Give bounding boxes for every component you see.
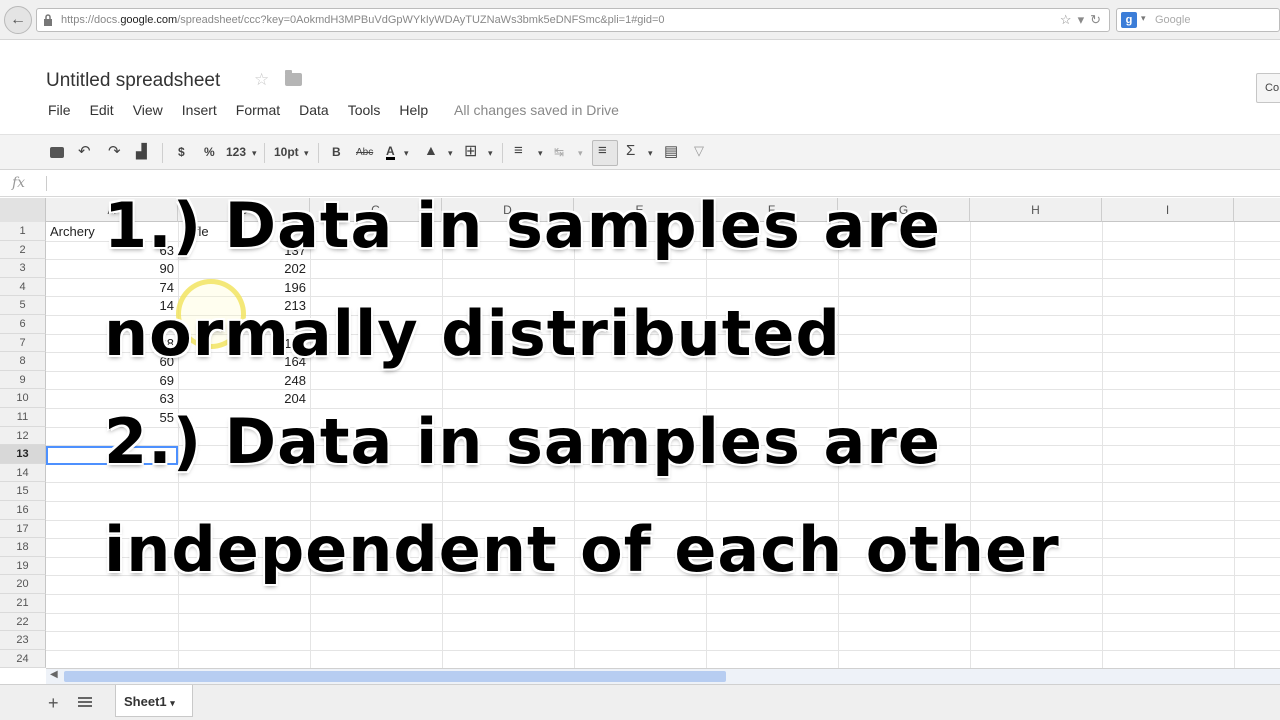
row-header[interactable]: 11 (0, 408, 46, 427)
save-status: All changes saved in Drive (454, 102, 619, 118)
row-header[interactable]: 3 (0, 259, 46, 278)
formula-label: fx (12, 175, 26, 191)
caption-line-4: independent of each other (104, 513, 1060, 586)
chevron-down-icon[interactable]: ▾ (648, 148, 653, 159)
add-sheet-icon[interactable]: + (48, 693, 59, 714)
folder-icon[interactable] (285, 70, 302, 86)
chevron-down-icon[interactable]: ▾ (252, 148, 257, 159)
print-icon[interactable] (50, 147, 64, 158)
address-bar[interactable]: https://docs.google.com/spreadsheet/ccc?… (36, 8, 1110, 32)
row-header[interactable]: 14 (0, 463, 46, 483)
chevron-down-icon[interactable]: ▾ (170, 698, 175, 708)
font-size-select[interactable]: 10pt (274, 145, 299, 159)
chevron-down-icon[interactable]: ▾ (448, 148, 453, 159)
select-all-corner[interactable] (0, 198, 46, 222)
merge-cells-icon[interactable]: ↹ (554, 145, 564, 159)
browser-toolbar: ← https://docs.google.com/spreadsheet/cc… (0, 0, 1280, 40)
row-header[interactable]: 17 (0, 519, 46, 539)
align-left-icon[interactable]: ≡ (514, 142, 523, 159)
back-button[interactable]: ← (4, 6, 32, 34)
number-format-button[interactable]: 123 (226, 145, 246, 159)
scrollbar-thumb[interactable] (64, 671, 726, 682)
chevron-down-icon[interactable]: ▾ (538, 148, 543, 159)
scroll-left-icon[interactable]: ◀ (50, 669, 58, 680)
bold-button[interactable]: B (332, 145, 341, 159)
share-button[interactable]: Co (1256, 73, 1280, 103)
back-arrow-icon: ← (10, 11, 26, 28)
chevron-down-icon[interactable]: ▾ (488, 148, 493, 159)
row-header[interactable]: 2 (0, 240, 46, 260)
row-gridline (46, 612, 1280, 614)
row-header[interactable]: 9 (0, 370, 46, 390)
row-header[interactable]: 13 (0, 445, 46, 464)
dropdown-arrow-icon[interactable]: ▾ (1078, 12, 1085, 28)
row-header[interactable]: 23 (0, 631, 46, 650)
menu-view[interactable]: View (133, 102, 163, 118)
menu-bar: File Edit View Insert Format Data Tools … (48, 102, 447, 118)
row-header[interactable]: 18 (0, 538, 46, 557)
google-logo-icon: g (1121, 12, 1137, 28)
menu-format[interactable]: Format (236, 102, 280, 118)
sum-icon[interactable]: Σ (626, 142, 635, 159)
row-header[interactable]: 5 (0, 296, 46, 315)
caption-line-3: 2.) Data in samples are (104, 405, 941, 478)
search-engine-dropdown-icon[interactable]: ▾ (1141, 13, 1146, 24)
row-header[interactable]: 6 (0, 315, 46, 334)
overlay-caption: 1.) Data in samples are normally distrib… (104, 172, 1224, 604)
chevron-down-icon[interactable]: ▾ (578, 148, 583, 159)
reload-icon[interactable]: ↻ (1090, 12, 1101, 28)
row-header[interactable]: 22 (0, 612, 46, 632)
search-input[interactable]: Google (1155, 14, 1190, 26)
undo-icon[interactable]: ↶ (78, 142, 91, 160)
chevron-down-icon[interactable]: ▾ (304, 148, 309, 159)
text-color-button[interactable]: A (386, 145, 395, 160)
sheet-list-icon[interactable] (78, 697, 92, 707)
row-header[interactable]: 10 (0, 389, 46, 408)
wrap-text-icon: ≡ (598, 142, 607, 159)
url-text: https://docs.google.com/spreadsheet/ccc?… (61, 14, 665, 26)
fill-color-icon[interactable]: ▲ (424, 142, 438, 158)
caption-line-2: normally distributed (104, 297, 841, 370)
menu-edit[interactable]: Edit (90, 102, 114, 118)
row-header[interactable]: 7 (0, 333, 46, 353)
strikethrough-button[interactable]: Abc (356, 147, 373, 158)
row-gridline (46, 649, 1280, 651)
caption-line-1: 1.) Data in samples are (104, 189, 941, 262)
row-header[interactable]: 16 (0, 501, 46, 520)
currency-button[interactable]: $ (178, 145, 185, 159)
formatting-toolbar: ↶ ↷ ▟ $ % 123 ▾ 10pt ▾ B Abc A ▾ ▲ ▾ ⊞ ▾… (0, 134, 1280, 170)
column-gridline (1234, 222, 1235, 668)
row-header[interactable]: 15 (0, 482, 46, 501)
bookmark-star-icon[interactable]: ☆ (1060, 12, 1072, 28)
search-box[interactable]: g ▾ Google (1116, 8, 1280, 32)
row-header[interactable]: 24 (0, 649, 46, 669)
menu-file[interactable]: File (48, 102, 71, 118)
filter-icon[interactable]: ▽ (694, 143, 704, 159)
insert-chart-icon[interactable]: ▤ (664, 142, 678, 160)
star-icon[interactable]: ☆ (254, 70, 269, 90)
borders-icon[interactable]: ⊞ (464, 141, 477, 161)
row-header[interactable]: 8 (0, 352, 46, 371)
menu-tools[interactable]: Tools (348, 102, 381, 118)
row-header[interactable]: 1 (0, 222, 46, 241)
row-gridline (46, 631, 1280, 633)
sheet-tab-1[interactable]: Sheet1 ▾ (115, 685, 193, 717)
horizontal-scrollbar[interactable]: ◀ (46, 668, 1280, 684)
redo-icon[interactable]: ↷ (108, 142, 121, 160)
menu-data[interactable]: Data (299, 102, 329, 118)
paint-format-icon[interactable]: ▟ (136, 143, 147, 160)
row-header[interactable]: 4 (0, 277, 46, 297)
row-header[interactable]: 20 (0, 575, 46, 594)
menu-help[interactable]: Help (399, 102, 428, 118)
row-header[interactable]: 21 (0, 594, 46, 613)
lock-icon (44, 14, 52, 26)
row-header[interactable]: 12 (0, 426, 46, 446)
document-title[interactable]: Untitled spreadsheet (46, 70, 220, 92)
menu-insert[interactable]: Insert (182, 102, 217, 118)
percent-button[interactable]: % (204, 145, 215, 159)
sheet-tabs-bar: + Sheet1 ▾ (0, 684, 1280, 720)
row-header[interactable]: 19 (0, 556, 46, 576)
chevron-down-icon[interactable]: ▾ (404, 148, 409, 159)
cell-a1[interactable]: Archery (50, 223, 95, 241)
